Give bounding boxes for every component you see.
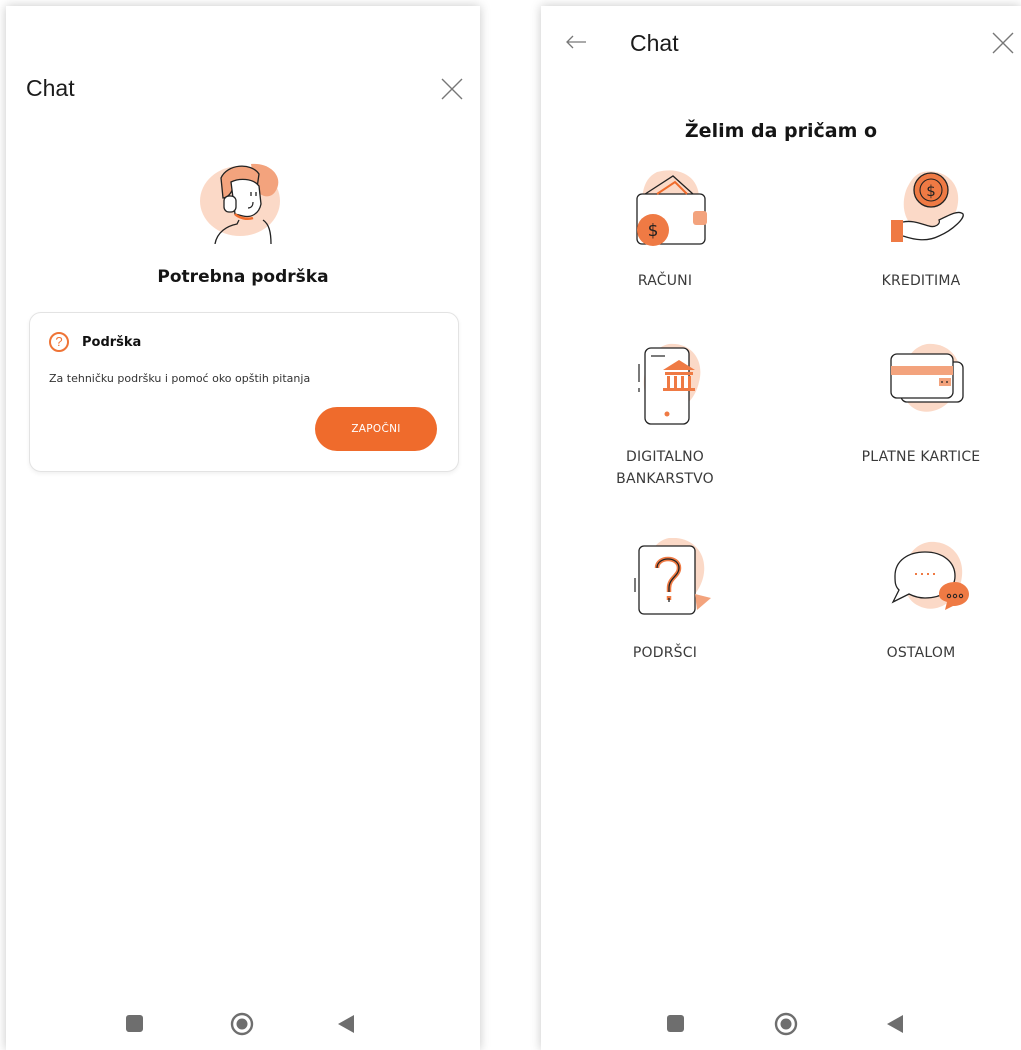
topic-podrsci[interactable]: PODRŠCI: [565, 538, 765, 664]
topic-label: OSTALOM: [886, 645, 956, 661]
topic-kreditima[interactable]: $ KREDITIMA: [821, 166, 1021, 292]
close-icon[interactable]: [439, 76, 465, 102]
left-screen: Chat Potrebna podrška ? Podrška Za tehni…: [6, 6, 480, 1050]
svg-text:$: $: [926, 182, 936, 200]
circle-icon[interactable]: [230, 1012, 254, 1041]
system-nav-bar: [541, 1006, 1021, 1042]
page-title: Chat: [630, 30, 679, 56]
square-icon[interactable]: [667, 1015, 685, 1038]
topic-label: RAČUNI: [637, 273, 693, 289]
question-icon: ?: [49, 332, 69, 352]
topic-label: PLATNE KARTICE: [861, 449, 981, 465]
back-arrow-icon[interactable]: [565, 34, 587, 50]
topic-label: PODRŠCI: [632, 645, 698, 661]
support-agent-illustration: [193, 158, 289, 249]
coin-hand-icon: $: [891, 171, 964, 242]
svg-text:$: $: [648, 221, 659, 241]
triangle-icon[interactable]: [337, 1014, 355, 1039]
topic-platne-kartice[interactable]: PLATNE KARTICE: [821, 342, 1021, 468]
section-headline: Želim da pričam o: [684, 120, 878, 142]
circle-icon[interactable]: [774, 1012, 798, 1041]
topic-digitalno-bankarstvo[interactable]: DIGITALNO BANKARSTVO: [565, 342, 765, 490]
right-screen: Chat Želim da pričam o $ RAČUNI $ KREDIT…: [541, 6, 1021, 1050]
credit-card-icon: [890, 343, 964, 412]
mobile-bank-icon: [638, 343, 701, 425]
system-nav-bar: [6, 1006, 480, 1042]
chat-bubble-icon: [891, 541, 969, 610]
topic-label: KREDITIMA: [881, 273, 961, 289]
topic-label: DIGITALNO BANKARSTVO: [616, 449, 714, 487]
question-icon: [634, 538, 711, 615]
support-card: ? Podrška Za tehničku podršku i pomoć ok…: [29, 312, 459, 472]
page-title: Chat: [26, 75, 75, 101]
start-button[interactable]: ZAPOČNI: [315, 407, 437, 451]
topic-racuni[interactable]: $ RAČUNI: [565, 166, 765, 292]
close-icon[interactable]: [990, 30, 1016, 56]
section-headline: Potrebna podrška: [157, 267, 329, 287]
card-description: Za tehničku podršku i pomoć oko opštih p…: [49, 372, 311, 385]
wallet-icon: $: [636, 170, 707, 246]
triangle-icon[interactable]: [886, 1014, 904, 1039]
topic-ostalom[interactable]: OSTALOM: [821, 538, 1021, 664]
square-icon[interactable]: [126, 1015, 144, 1038]
card-title: Podrška: [82, 335, 142, 350]
